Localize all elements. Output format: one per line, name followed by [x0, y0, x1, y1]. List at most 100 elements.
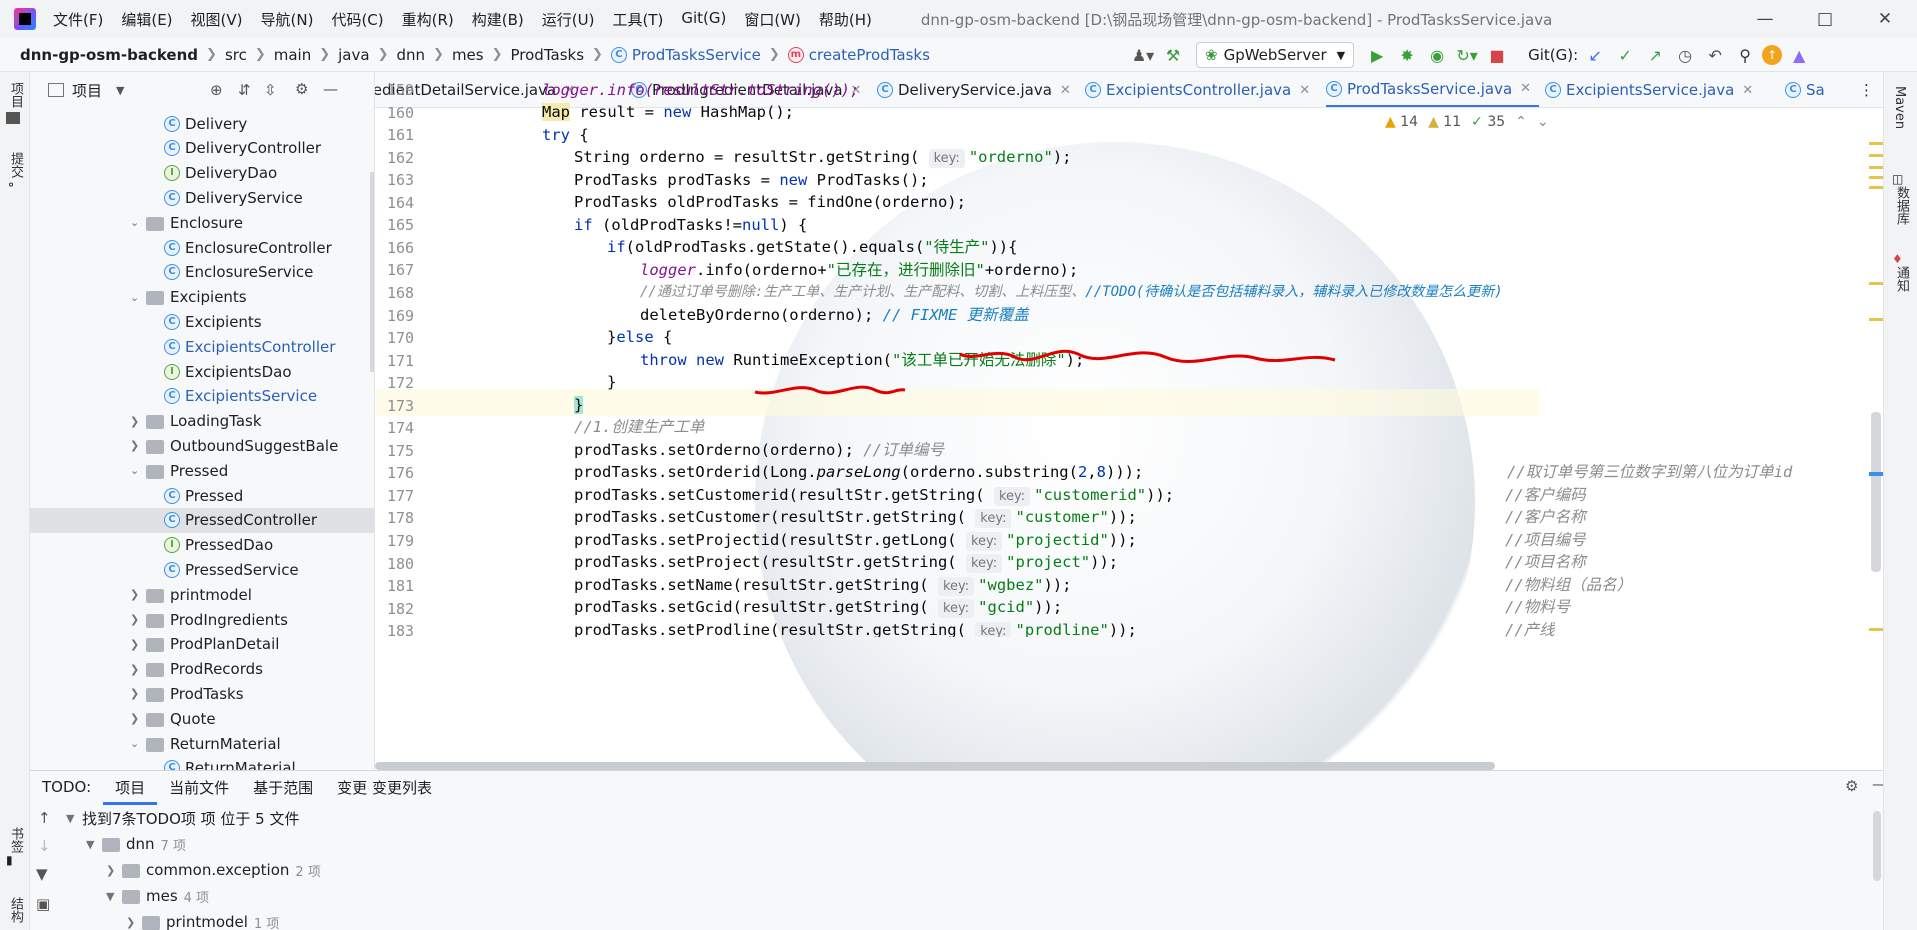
- commit-tool-button[interactable]: 提交 ⚬: [6, 152, 25, 192]
- tree-item[interactable]: ❯ ProdIngredients: [130, 607, 288, 632]
- todo-row-common-exception[interactable]: ❯ common.exception 2 项: [106, 857, 321, 883]
- tree-item[interactable]: C ExcipientsService: [164, 384, 317, 409]
- tree-item[interactable]: ⌄ Pressed: [130, 458, 228, 483]
- breadcrumb-main[interactable]: main: [274, 46, 311, 64]
- structure-tool-button[interactable]: 结构: [6, 897, 25, 923]
- todo-tab-changelist[interactable]: 变更 变更列表: [325, 777, 444, 798]
- todo-row-dnn[interactable]: ▼ dnn 7 项: [86, 831, 186, 857]
- breadcrumb-mes[interactable]: mes: [452, 46, 484, 64]
- tree-item[interactable]: C DeliveryController: [164, 136, 321, 161]
- locate-icon[interactable]: ⊕: [210, 81, 223, 99]
- git-commit-icon[interactable]: ✓: [1612, 42, 1638, 68]
- run-config-dropdown[interactable]: ❀ GpWebServer ▼: [1196, 42, 1355, 68]
- database-tool-button[interactable]: ◫ 数据库: [1892, 172, 1911, 229]
- menu-refactor[interactable]: 重构(R): [393, 9, 463, 30]
- history-icon[interactable]: ◷: [1672, 42, 1698, 68]
- run-icon[interactable]: ▶: [1364, 42, 1390, 68]
- menu-git[interactable]: Git(G): [672, 9, 735, 30]
- tree-item[interactable]: ❯ ProdPlanDetail: [130, 632, 279, 657]
- expand-all-icon[interactable]: ⇵: [238, 81, 251, 99]
- profile-icon[interactable]: ↻▾: [1454, 42, 1480, 68]
- tree-item[interactable]: C ReturnMaterial: [164, 756, 296, 770]
- tree-item[interactable]: ❯ OutboundSuggestBale: [130, 433, 338, 458]
- git-push-icon[interactable]: ↗: [1642, 42, 1668, 68]
- chevron-right-icon[interactable]: ❯: [130, 613, 146, 626]
- menu-file[interactable]: 文件(F): [44, 9, 112, 30]
- breadcrumb-java[interactable]: java: [338, 46, 369, 64]
- coverage-icon[interactable]: ◉: [1424, 42, 1450, 68]
- tree-item[interactable]: I DeliveryDao: [164, 161, 277, 186]
- chevron-right-icon[interactable]: ❯: [130, 439, 146, 452]
- notifications-tool-button[interactable]: ♦ 通知: [1892, 252, 1911, 296]
- chevron-right-icon[interactable]: ❯: [130, 663, 146, 676]
- preview-icon[interactable]: ▣: [36, 895, 50, 913]
- menu-run[interactable]: 运行(U): [533, 9, 604, 30]
- chevron-down-icon[interactable]: ⌄: [130, 216, 146, 229]
- scroll-thumb[interactable]: [1871, 412, 1881, 572]
- tree-item[interactable]: C ExcipientsController: [164, 334, 335, 359]
- chevron-right-icon[interactable]: ❯: [130, 415, 146, 428]
- breadcrumb-project[interactable]: dnn-gp-osm-backend: [20, 46, 198, 64]
- editor-scrollbar[interactable]: [1869, 112, 1883, 770]
- todo-tab-scope[interactable]: 基于范围: [241, 777, 325, 798]
- tree-item[interactable]: ❯ ProdTasks: [130, 681, 244, 706]
- update-icon[interactable]: ↑: [1762, 45, 1783, 65]
- todo-row-mes[interactable]: ▼ mes 4 项: [106, 883, 209, 909]
- menu-code[interactable]: 代码(C): [322, 9, 392, 30]
- tree-item[interactable]: I ExcipientsDao: [164, 359, 292, 384]
- tree-item[interactable]: C EnclosureService: [164, 260, 313, 285]
- maven-tool-button[interactable]: Maven: [1892, 86, 1907, 133]
- todo-row-printmodel[interactable]: ❯ printmodel 1 项: [126, 909, 279, 930]
- hide-icon[interactable]: —: [323, 80, 338, 98]
- tree-item[interactable]: C Delivery: [164, 111, 247, 136]
- chevron-right-icon[interactable]: ❯: [130, 588, 146, 601]
- chevron-right-icon[interactable]: ❯: [130, 712, 146, 725]
- user-icon[interactable]: ♟▾: [1130, 42, 1156, 68]
- tree-item[interactable]: C Pressed: [164, 483, 243, 508]
- todo-tab-project[interactable]: 项目: [103, 771, 158, 805]
- chevron-down-icon[interactable]: ⌄: [130, 737, 146, 750]
- stop-icon[interactable]: ■: [1484, 42, 1510, 68]
- jetbrains-icon[interactable]: ▲: [1786, 42, 1812, 68]
- menu-navigate[interactable]: 导航(N): [252, 9, 323, 30]
- tree-item[interactable]: C EnclosureController: [164, 235, 332, 260]
- tree-item[interactable]: ❯ printmodel: [130, 582, 252, 607]
- bookmarks-tool-button[interactable]: 书签 ▮: [6, 827, 25, 867]
- breadcrumb-src[interactable]: src: [225, 46, 247, 64]
- breadcrumb-prodtasks[interactable]: ProdTasks: [511, 46, 585, 64]
- tree-item[interactable]: ❯ LoadingTask: [130, 409, 262, 434]
- maximize-button[interactable]: □: [1795, 0, 1855, 38]
- tree-item[interactable]: ⌄ Enclosure: [130, 210, 243, 235]
- breadcrumb-method[interactable]: createProdTasks: [809, 46, 930, 64]
- rollback-icon[interactable]: ↶: [1702, 42, 1728, 68]
- tree-item[interactable]: ❯ Quote: [130, 706, 216, 731]
- search-icon[interactable]: ⚲: [1732, 42, 1758, 68]
- todo-tab-current-file[interactable]: 当前文件: [157, 777, 241, 798]
- tree-item[interactable]: ⌄ ReturnMaterial: [130, 731, 281, 756]
- menu-build[interactable]: 构建(B): [463, 9, 533, 30]
- collapse-all-icon[interactable]: ⇳: [264, 81, 277, 99]
- todo-scrollbar[interactable]: [1873, 811, 1881, 881]
- chevron-down-icon[interactable]: ⌄: [130, 291, 146, 304]
- tree-item[interactable]: ❯ ProdRecords: [130, 657, 263, 682]
- menu-help[interactable]: 帮助(H): [810, 9, 881, 30]
- git-update-icon[interactable]: ↙: [1582, 42, 1608, 68]
- menu-view[interactable]: 视图(V): [182, 9, 252, 30]
- minimize-button[interactable]: —: [1735, 0, 1795, 38]
- tree-item[interactable]: C PressedController: [30, 507, 374, 533]
- hide-icon[interactable]: —: [1860, 775, 1883, 793]
- chevron-right-icon[interactable]: ❯: [130, 687, 146, 700]
- breadcrumb-dnn[interactable]: dnn: [396, 46, 425, 64]
- menu-edit[interactable]: 编辑(E): [112, 9, 181, 30]
- tree-item[interactable]: C DeliveryService: [164, 185, 303, 210]
- filter-icon[interactable]: ▼: [36, 865, 48, 883]
- menu-window[interactable]: 窗口(W): [735, 9, 810, 30]
- chevron-down-icon[interactable]: ▼: [116, 84, 124, 97]
- close-window-button[interactable]: ✕: [1855, 0, 1915, 38]
- tree-item[interactable]: ⌄ Excipients: [130, 285, 247, 310]
- horizontal-scrollbar[interactable]: [375, 762, 1495, 770]
- menu-tools[interactable]: 工具(T): [603, 9, 672, 30]
- tree-item[interactable]: C Excipients: [164, 309, 262, 334]
- arrow-down-icon[interactable]: ↓: [38, 837, 51, 855]
- build-hammer-icon[interactable]: ⚒: [1160, 42, 1186, 68]
